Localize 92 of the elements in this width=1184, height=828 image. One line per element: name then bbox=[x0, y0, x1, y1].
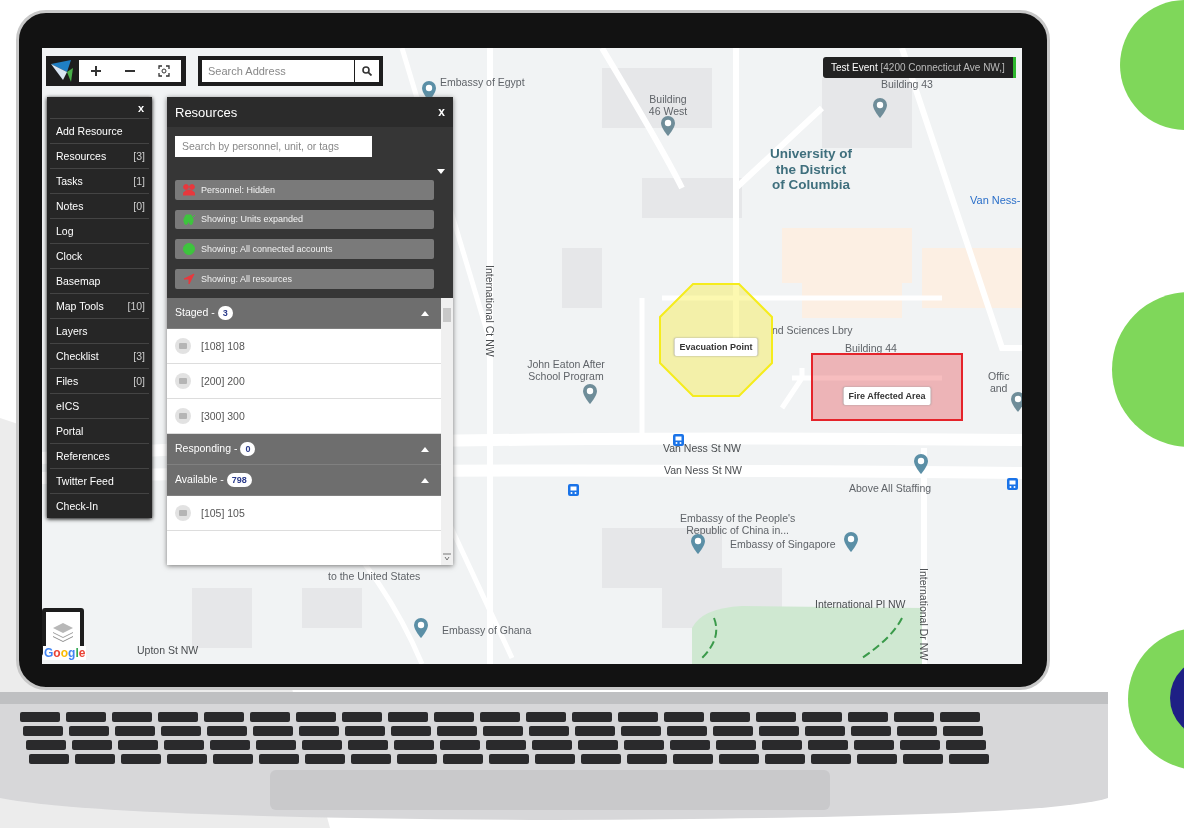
map-pin-icon bbox=[414, 618, 428, 638]
item-count: [1] bbox=[133, 175, 145, 187]
map-pin-icon bbox=[691, 534, 705, 554]
group-header[interactable]: Available - 798 bbox=[167, 465, 441, 496]
menu-item[interactable]: Log bbox=[50, 218, 149, 243]
vehicle-icon bbox=[175, 408, 191, 424]
street-label: International Dr NW bbox=[918, 568, 931, 661]
scroll-thumb[interactable] bbox=[443, 308, 451, 322]
app-logo-icon bbox=[49, 58, 75, 84]
dropdown-caret-icon bbox=[437, 168, 445, 174]
street-label: Upton St NW bbox=[137, 644, 199, 657]
menu-item[interactable]: Map Tools bbox=[56, 300, 104, 312]
menu-item[interactable]: Portal bbox=[50, 418, 149, 443]
unit-row[interactable]: [200] 200 bbox=[167, 364, 441, 399]
map-label: Embassy of Singapore bbox=[730, 538, 836, 551]
unit-row[interactable]: [105] 105 bbox=[167, 496, 441, 531]
resource-search-field[interactable]: Search by personnel, unit, or tags bbox=[175, 136, 372, 157]
map-pin-icon bbox=[844, 532, 858, 552]
search-button[interactable] bbox=[355, 60, 379, 82]
zoom-in-icon bbox=[90, 65, 102, 77]
map-pin-icon bbox=[873, 98, 887, 118]
menu-item[interactable]: Tasks bbox=[56, 175, 83, 187]
map-label: nd Sciences Lbry bbox=[772, 324, 853, 337]
filter-toggle[interactable]: Showing: All connected accounts bbox=[175, 239, 434, 260]
menu-item[interactable]: Clock bbox=[50, 243, 149, 268]
unit-row[interactable]: [108] 108 bbox=[167, 329, 441, 364]
map-label: Embassy of Egypt bbox=[440, 76, 525, 89]
item-count: [0] bbox=[133, 375, 145, 387]
menu-item[interactable]: Twitter Feed bbox=[50, 468, 149, 493]
item-count: [10] bbox=[127, 300, 145, 312]
group-title: Responding - bbox=[175, 442, 238, 454]
resize-handle-icon bbox=[443, 553, 451, 561]
item-count: [0] bbox=[133, 200, 145, 212]
menu-item[interactable]: eICS bbox=[50, 393, 149, 418]
search-icon bbox=[362, 66, 372, 76]
street-label: International Pl NW bbox=[815, 598, 906, 611]
map-label: to the United States bbox=[328, 570, 421, 583]
close-button[interactable]: x bbox=[47, 97, 152, 118]
map-label: Embassy of Ghana bbox=[442, 624, 532, 637]
bus-stop-icon bbox=[673, 434, 684, 446]
menu-item[interactable]: Notes bbox=[56, 200, 84, 212]
menu-item[interactable]: Add Resource bbox=[50, 118, 149, 143]
vehicle-icon bbox=[175, 373, 191, 389]
filter-toggle[interactable]: Showing: Units expanded bbox=[175, 209, 434, 230]
map-label: Above All Staffing bbox=[849, 482, 932, 495]
locate-icon bbox=[158, 65, 170, 77]
menu-item[interactable]: Check-In bbox=[50, 493, 149, 518]
map-label: Van Ness- bbox=[970, 194, 1021, 207]
map-label: Offic and bbox=[988, 370, 1010, 395]
map-pin-icon bbox=[583, 384, 597, 404]
item-count: [3] bbox=[133, 150, 145, 162]
item-count: [3] bbox=[133, 350, 145, 362]
event-label: Test Event [4200 Connecticut Ave NW,] bbox=[823, 57, 1016, 78]
menu-item[interactable]: Files bbox=[56, 375, 79, 387]
group-title: Staged - bbox=[175, 306, 215, 318]
zone-label: Fire Affected Area bbox=[843, 387, 931, 405]
map-pin-icon bbox=[661, 116, 675, 136]
vehicle-icon bbox=[175, 505, 191, 521]
count-badge: 3 bbox=[217, 306, 233, 320]
street-label: International Ct NW bbox=[484, 265, 497, 357]
group-header[interactable]: Staged - 3 bbox=[167, 298, 441, 329]
google-logo: Google bbox=[43, 646, 87, 660]
menu-item[interactable]: Resources bbox=[56, 150, 107, 162]
map-label: Building 44 bbox=[845, 342, 897, 355]
group-title: Available - bbox=[175, 473, 224, 485]
zone-label: Evacuation Point bbox=[674, 338, 758, 356]
map-label: University of the District of Columbia bbox=[770, 146, 852, 193]
menu-item[interactable]: Layers bbox=[50, 318, 149, 343]
group-header[interactable]: Responding - 0 bbox=[167, 434, 441, 465]
map-pin-icon bbox=[1011, 392, 1022, 412]
layers-icon bbox=[52, 621, 74, 643]
map-label: Embassy of the People's Republic of China in... bbox=[680, 512, 796, 537]
menu-item[interactable]: Checklist bbox=[56, 350, 99, 362]
street-label: Van Ness St NW bbox=[663, 442, 741, 455]
map-label: John Eaton After School Program bbox=[527, 358, 605, 383]
count-badge: 798 bbox=[226, 473, 252, 487]
filter-toggle[interactable]: Showing: All resources bbox=[175, 269, 434, 289]
panel-title: Resources bbox=[175, 104, 238, 120]
vehicle-icon bbox=[175, 338, 191, 354]
menu-item[interactable]: References bbox=[50, 443, 149, 468]
menu-item[interactable]: Basemap bbox=[50, 268, 149, 293]
bus-stop-icon bbox=[568, 484, 579, 496]
filter-toggle[interactable]: Personnel: Hidden bbox=[175, 179, 434, 200]
close-button[interactable]: x bbox=[438, 105, 445, 119]
search-address-field[interactable]: Search Address bbox=[202, 60, 354, 82]
count-badge: 0 bbox=[240, 442, 256, 456]
scrollbar[interactable] bbox=[441, 298, 453, 565]
map-label: Building 43 bbox=[881, 78, 933, 91]
bus-stop-icon bbox=[1007, 478, 1018, 490]
street-label: Van Ness St NW bbox=[664, 464, 742, 477]
map-label: Building 46 West bbox=[648, 93, 688, 118]
map-pin-icon bbox=[914, 454, 928, 474]
